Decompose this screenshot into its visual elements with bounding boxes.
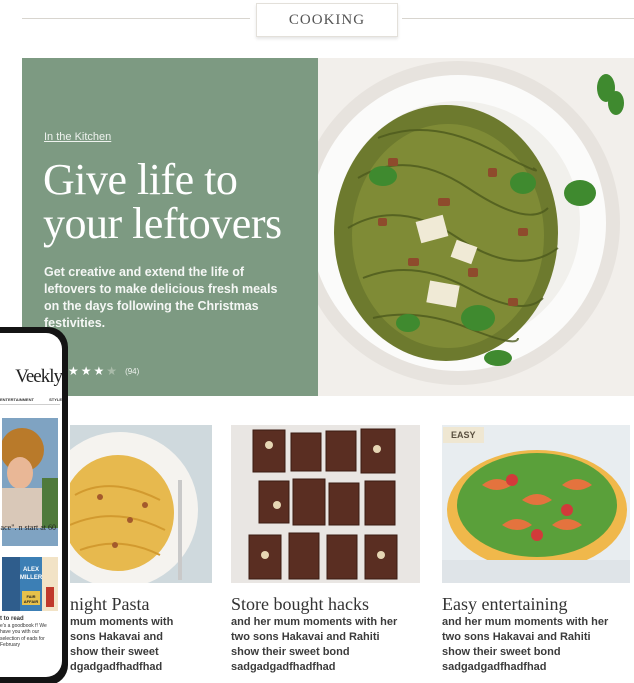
hero-description: Get creative and extend the life of left… — [44, 265, 278, 330]
star-icon: ★ — [68, 364, 79, 378]
phone-snippet-text: e's a goodbook f! We have you with our s… — [0, 622, 47, 649]
hero-rating: ★ ★ ★ ★ (94) — [68, 364, 139, 378]
card-image-salad[interactable] — [442, 425, 630, 583]
section-label[interactable]: COOKING — [256, 3, 398, 37]
phone-screen: Veekly ENTERTAINMENT STYLE y place". n s… — [0, 333, 62, 677]
card-description: and her mum moments with her two sons Ha… — [442, 616, 609, 673]
card-description: mum moments with sons Hakavai and show t… — [70, 616, 174, 673]
phone-nav-item[interactable]: ENTERTAINMENT — [0, 397, 34, 402]
brownies-illustration — [231, 425, 420, 583]
hero-title[interactable]: Give life to your leftovers — [43, 158, 313, 246]
card-title[interactable]: Store bought hacks — [231, 594, 369, 615]
star-empty-icon: ★ — [106, 364, 118, 378]
books-illustration: ALEX MILLER FAIR AFFAIR — [2, 557, 58, 611]
card-image-brownies[interactable] — [231, 425, 420, 583]
svg-text:AFFAIR: AFFAIR — [24, 599, 39, 604]
prawn-salad-illustration — [442, 425, 630, 583]
hero-kicker-link[interactable]: In the Kitchen — [44, 131, 111, 143]
phone-masthead: Veekly — [15, 366, 62, 387]
phone-article-snippet: t to read e's a goodbook f! We have you … — [0, 616, 58, 649]
phone-books-image[interactable]: ALEX MILLER FAIR AFFAIR — [2, 557, 58, 611]
phone-snippet-heading: t to read — [0, 616, 24, 622]
section-divider-left — [22, 18, 250, 19]
section-divider-right — [402, 18, 634, 19]
phone-nav-item[interactable]: STYLE — [49, 397, 62, 402]
card-description: and her mum moments with her two sons Ha… — [231, 616, 398, 673]
pasta-bowl-illustration — [318, 58, 634, 396]
card-title[interactable]: Easy entertaining — [442, 594, 567, 615]
difficulty-badge: EASY — [443, 427, 484, 443]
phone-quote: y place". n start at 60 — [0, 523, 56, 532]
svg-text:ALEX: ALEX — [23, 567, 39, 573]
pasta-plate-illustration — [70, 425, 212, 583]
rating-count: (94) — [125, 366, 140, 376]
star-icon: ★ — [80, 364, 92, 378]
page: COOKING In the Kitchen Give life to your… — [0, 0, 634, 683]
phone-divider — [0, 404, 60, 405]
phone-nav: ENTERTAINMENT STYLE — [0, 397, 62, 402]
star-icon: ★ — [93, 364, 105, 378]
card-title[interactable]: night Pasta — [70, 594, 150, 615]
hero-image-pesto-pasta[interactable] — [318, 58, 634, 396]
svg-text:MILLER: MILLER — [20, 575, 43, 581]
card-image-pasta[interactable] — [70, 425, 212, 583]
